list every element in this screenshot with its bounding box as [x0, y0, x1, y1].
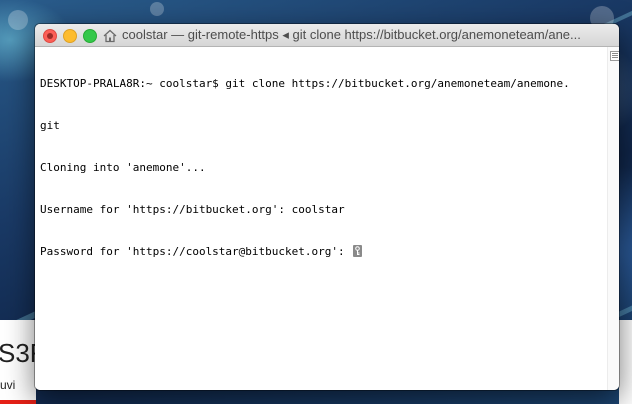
terminal-window[interactable]: coolstar — git-remote-https ◂ git clone … — [35, 24, 619, 390]
background-webpage-right — [619, 320, 632, 404]
split-pane-icon[interactable] — [610, 51, 619, 61]
window-title: coolstar — git-remote-https ◂ git clone … — [122, 27, 581, 42]
terminal-line: DESKTOP-PRALA8R:~ coolstar$ git clone ht… — [40, 77, 570, 90]
terminal-line: Username for 'https://bitbucket.org': co… — [40, 203, 345, 216]
home-icon — [103, 28, 117, 43]
background-subtext: uvi — [0, 378, 16, 392]
background-red-bar — [0, 400, 36, 404]
password-prompt: Password for 'https://coolstar@bitbucket… — [40, 245, 352, 258]
scrollbar[interactable] — [607, 47, 619, 390]
minimize-button[interactable] — [63, 29, 77, 43]
close-button[interactable] — [43, 29, 57, 43]
terminal-prompt-line: Password for 'https://coolstar@bitbucket… — [40, 245, 607, 259]
terminal-line: Cloning into 'anemone'... — [40, 161, 206, 174]
title-bar[interactable]: coolstar — git-remote-https ◂ git clone … — [35, 24, 619, 47]
terminal-line: git — [40, 119, 60, 132]
zoom-button[interactable] — [83, 29, 97, 43]
key-icon — [353, 245, 363, 257]
background-webpage: S3R uvi — [0, 320, 49, 404]
terminal-output[interactable]: DESKTOP-PRALA8R:~ coolstar$ git clone ht… — [35, 47, 607, 390]
